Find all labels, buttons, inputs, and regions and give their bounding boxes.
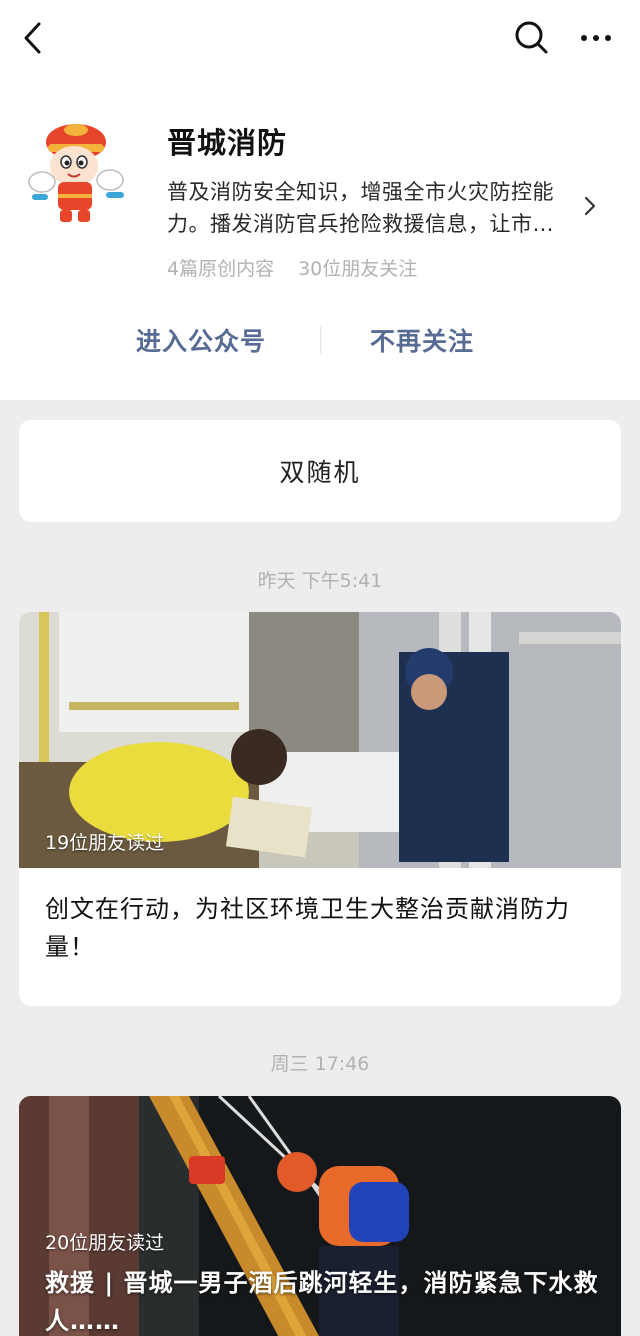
account-stats: 4篇原创内容 30位朋友关注 <box>167 254 441 281</box>
article-reads: 20位朋友读过 <box>45 1232 165 1254</box>
unfollow-button[interactable]: 不再关注 <box>370 322 474 358</box>
article-reads: 19位朋友读过 <box>45 832 165 854</box>
top-bar <box>0 0 640 76</box>
more-icon[interactable] <box>576 24 616 52</box>
back-icon[interactable] <box>18 20 48 56</box>
friends-following: 30位朋友关注 <box>298 258 418 280</box>
article-card[interactable]: 19位朋友读过 创文在行动，为社区环境卫生大整治贡献消防力量！ <box>19 612 621 1006</box>
article-card[interactable]: 20位朋友读过 救援 | 晋城一男子酒后跳河轻生，消防紧急下水救人…… <box>19 1096 621 1336</box>
account-header: 晋城消防 普及消防安全知识，增强全市火灾防控能力。播发消防官兵抢险救援信息，让市… <box>0 0 640 400</box>
search-icon[interactable] <box>512 18 550 56</box>
chevron-right-icon[interactable] <box>582 193 598 219</box>
account-description[interactable]: 普及消防安全知识，增强全市火灾防控能力。播发消防官兵抢险救援信息，让市… <box>167 176 579 240</box>
article-title[interactable]: 救援 | 晋城一男子酒后跳河轻生，消防紧急下水救人…… <box>45 1264 605 1336</box>
random-menu-card[interactable]: 双随机 <box>19 420 621 522</box>
article-title[interactable]: 创文在行动，为社区环境卫生大整治贡献消防力量！ <box>45 890 605 966</box>
article-timestamp: 昨天 下午5:41 <box>257 570 383 592</box>
account-name: 晋城消防 <box>167 126 288 160</box>
enter-account-button[interactable]: 进入公众号 <box>136 322 266 358</box>
account-avatar[interactable] <box>24 116 130 226</box>
article-timestamp: 周三 17:46 <box>270 1053 370 1075</box>
original-count: 4篇原创内容 <box>167 258 275 280</box>
action-divider <box>320 326 321 354</box>
